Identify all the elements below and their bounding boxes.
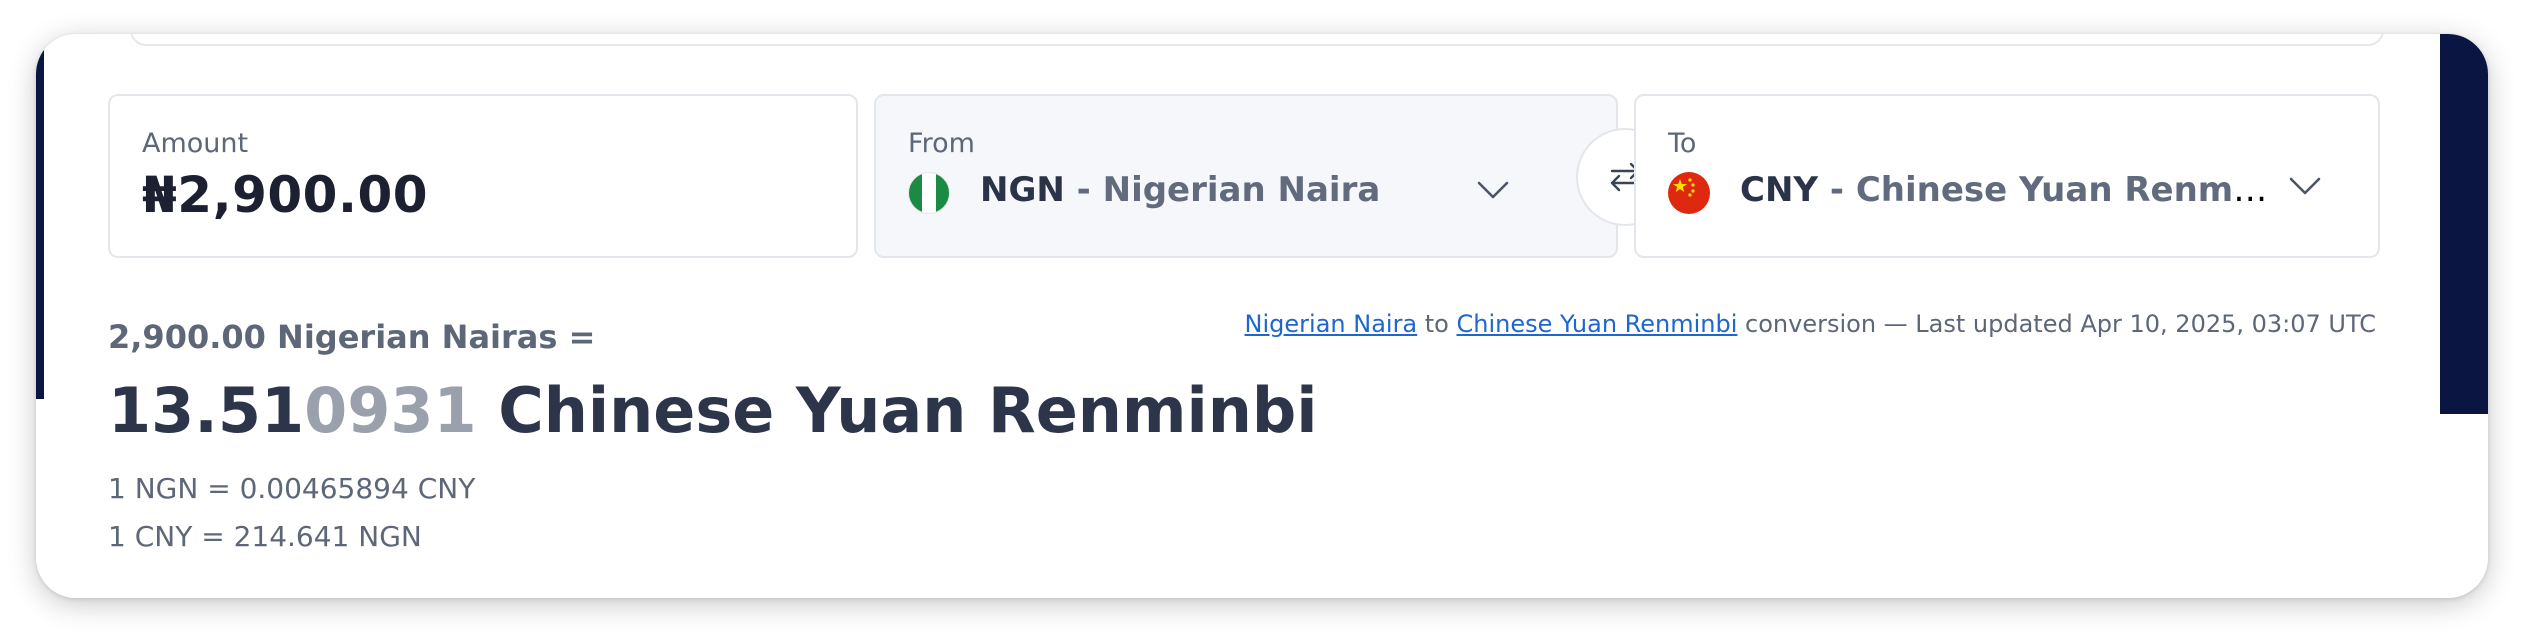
chevron-down-icon[interactable]: [2288, 176, 2322, 196]
converter-card: Amount ₦2,900.00 From NGN - Nigerian Nai…: [36, 34, 2488, 598]
to-currency-code: CNY: [1740, 170, 1819, 210]
to-currency-name: - Chinese Yuan Renminbi: [1818, 170, 2276, 210]
last-updated-line: Nigerian Naira to Chinese Yuan Renminbi …: [1245, 310, 2376, 338]
hero-background-left: [36, 34, 44, 399]
from-currency-select[interactable]: From NGN - Nigerian Naira: [874, 94, 1618, 258]
to-label: To: [1668, 128, 1697, 159]
chevron-down-icon[interactable]: [1476, 180, 1510, 200]
amount-label: Amount: [142, 128, 249, 159]
from-currency-code: NGN: [980, 170, 1065, 210]
link-nigerian-naira[interactable]: Nigerian Naira: [1245, 310, 1418, 338]
to-currency-value: CNY - Chinese Yuan Renminbi: [1740, 170, 2276, 210]
to-currency-select[interactable]: To CNY - Chinese Yuan Renminbi: [1634, 94, 2380, 258]
amount-input[interactable]: ₦2,900.00: [142, 166, 428, 224]
amount-field[interactable]: Amount ₦2,900.00: [108, 94, 858, 258]
page-background: Amount ₦2,900.00 From NGN - Nigerian Nai…: [0, 0, 2524, 634]
from-currency-name: - Nigerian Naira: [1064, 170, 1381, 210]
rate-reverse: 1 CNY = 214.641 NGN: [108, 520, 422, 553]
last-updated-text: conversion — Last updated Apr 10, 2025, …: [1737, 310, 2376, 338]
conversion-source-text: 2,900.00 Nigerian Nairas =: [108, 318, 596, 356]
from-label: From: [908, 128, 975, 159]
from-currency-value: NGN - Nigerian Naira: [980, 170, 1380, 210]
result-value-main: 13.51: [108, 374, 305, 447]
update-connector: to: [1417, 310, 1457, 338]
converter-panel: Amount ₦2,900.00 From NGN - Nigerian Nai…: [44, 34, 2440, 598]
result-value-extra-digits: 0931: [304, 374, 477, 447]
conversion-result: 13.510931 Chinese Yuan Renminbi: [108, 374, 1318, 447]
result-currency: Chinese Yuan Renminbi: [476, 374, 1318, 447]
hero-background-right: [2440, 34, 2488, 414]
china-flag-icon: [1668, 172, 1710, 214]
nigeria-flag-icon: [908, 172, 950, 214]
rate-forward: 1 NGN = 0.00465894 CNY: [108, 472, 476, 505]
top-tab-bar: [130, 34, 2384, 46]
link-chinese-yuan-renminbi[interactable]: Chinese Yuan Renminbi: [1457, 310, 1738, 338]
